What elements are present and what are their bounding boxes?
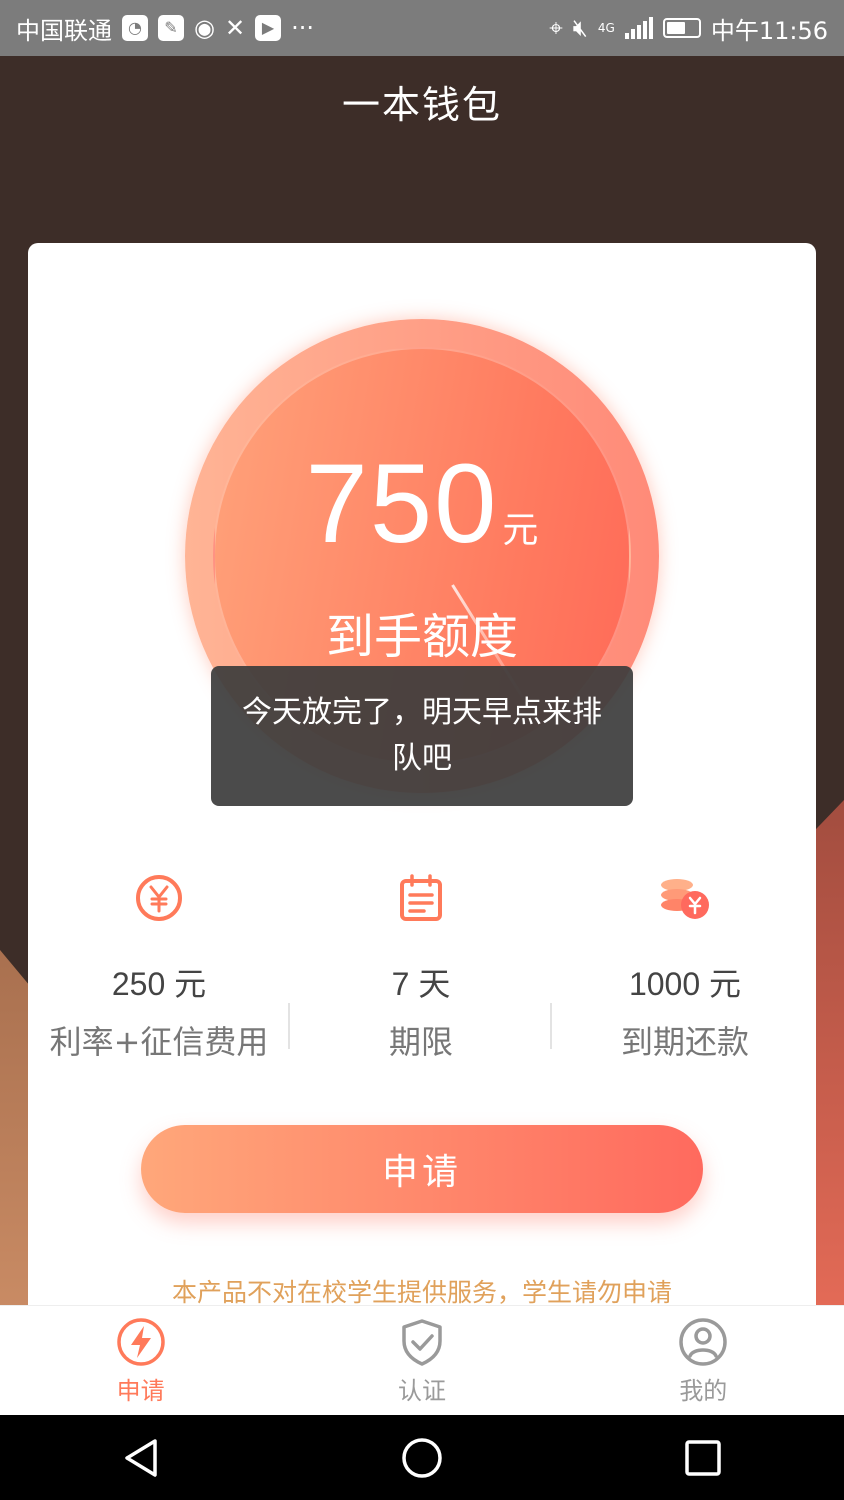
user-icon	[679, 1317, 728, 1366]
eye-icon: ◉	[194, 14, 215, 42]
tab-mine[interactable]: 我的	[563, 1306, 844, 1416]
nav-back-button[interactable]	[111, 1428, 171, 1488]
back-triangle-icon	[124, 1438, 157, 1477]
shield-check-icon	[402, 1318, 442, 1366]
recents-square-icon	[685, 1439, 722, 1476]
system-nav-bar	[0, 1415, 844, 1500]
apply-button[interactable]: 申请	[141, 1125, 703, 1213]
status-left: 中国联通 ◔ ✎ ◉ ✕ ▶ ···	[16, 11, 314, 46]
status-bar: 中国联通 ◔ ✎ ◉ ✕ ▶ ··· ⌖ 🔇︎ 4G 中午11:56	[0, 0, 844, 56]
more-notifications: ···	[291, 14, 314, 42]
coins-stack-icon	[554, 863, 816, 933]
stat-divider-1	[288, 1003, 290, 1049]
lightning-icon	[116, 1317, 165, 1366]
call-missed-icon: ✕	[224, 14, 246, 42]
battery-icon	[662, 18, 701, 38]
stat-term: 7 天 期限	[290, 863, 552, 1063]
network-type: 4G	[597, 21, 615, 35]
amount-label: 到手额度	[325, 609, 518, 665]
stat-divider-2	[550, 1003, 552, 1049]
stat-fee: 250 元 利率+征信费用	[28, 863, 290, 1063]
tab-apply[interactable]: 申请	[0, 1306, 281, 1416]
location-icon: ⌖	[549, 14, 563, 42]
tab-verify[interactable]: 认证	[281, 1306, 562, 1416]
yuan-coin-icon	[28, 863, 290, 933]
carrier-label: 中国联通	[16, 16, 112, 45]
stat-repayment-value: 1000 元	[628, 966, 742, 1002]
signal-icon	[624, 17, 653, 39]
stat-repayment-label: 到期还款	[620, 1023, 749, 1061]
calendar-icon	[290, 863, 552, 933]
home-circle-icon	[402, 1437, 442, 1478]
stat-fee-label: 利率+征信费用	[49, 1023, 269, 1061]
amount-value: 750	[305, 441, 499, 566]
app-notification-icon: ◔	[122, 15, 148, 41]
mute-icon: 🔇︎	[572, 14, 588, 42]
amount-display: 750 元	[185, 439, 659, 568]
student-notice: 本产品不对在校学生提供服务，学生请勿申请	[171, 1278, 672, 1307]
tab-verify-label: 认证	[397, 1376, 446, 1405]
stat-term-label: 期限	[388, 1023, 453, 1061]
stat-fee-value: 250 元	[111, 966, 207, 1002]
clock: 中午11:56	[710, 16, 828, 45]
app-header: 一本钱包	[0, 56, 844, 146]
tab-mine-label: 我的	[679, 1376, 728, 1405]
video-notification-icon: ▶	[255, 15, 282, 41]
nav-recents-button[interactable]	[673, 1428, 733, 1488]
bottom-tab-bar: 申请 认证 我的	[0, 1305, 844, 1416]
amount-unit: 元	[502, 510, 539, 551]
page-title: 一本钱包	[341, 82, 502, 127]
status-right: ⌖ 🔇︎ 4G 中午11:56	[549, 11, 828, 46]
map-notification-icon: ✎	[158, 15, 184, 41]
tab-apply-label: 申请	[116, 1376, 165, 1405]
nav-home-button[interactable]	[392, 1428, 452, 1488]
stat-repayment: 1000 元 到期还款	[554, 863, 816, 1063]
toast-message: 今天放完了，明天早点来排队吧	[211, 666, 633, 806]
stat-term-value: 7 天	[391, 966, 451, 1002]
loan-stats: 250 元 利率+征信费用 7 天 期限 1000 元 到期还款	[28, 863, 816, 1063]
